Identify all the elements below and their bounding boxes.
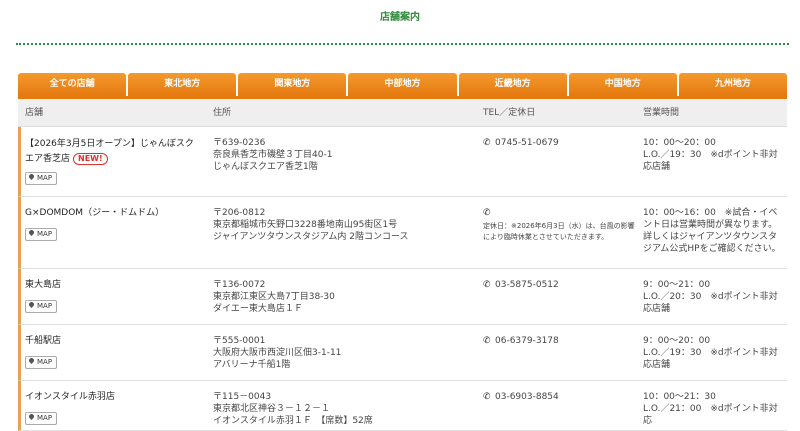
- map-pin-icon: [27, 228, 36, 237]
- last-order: L.O.／20：30 ※dポイント非対応店舗: [643, 292, 778, 314]
- header-tel: TEL／定休日: [483, 108, 536, 118]
- phone-icon: ✆: [483, 392, 491, 402]
- store-name: 千船駅店: [25, 336, 62, 346]
- address-building: じゃんぼスクエア香芝1階: [213, 162, 318, 172]
- address-line: 東京都稲城市矢野口3228番地南山95街区1号: [213, 220, 398, 230]
- phone-icon: ✆: [483, 336, 491, 346]
- address-building: アバリーナ千船1階: [213, 360, 291, 370]
- map-button[interactable]: MAP: [25, 172, 58, 185]
- store-name: G×DOMDOM（ジー・ドムドム）: [25, 208, 165, 218]
- address-line: 東京都北区神谷３－１２－１: [213, 404, 331, 414]
- tab-chubu[interactable]: 中部地方: [348, 73, 457, 96]
- map-pin-icon: [27, 300, 36, 309]
- address-line: 奈良県香芝市磯壁３丁目40-1: [213, 150, 333, 160]
- postal-code: 〒639-0236: [213, 138, 266, 148]
- table-row: G×DOMDOM（ジー・ドムドム） MAP 〒206-0812 東京都稲城市矢野…: [18, 197, 787, 269]
- map-label: MAP: [37, 414, 53, 422]
- tab-kinki[interactable]: 近畿地方: [458, 73, 567, 96]
- map-button[interactable]: MAP: [25, 356, 58, 369]
- business-hours: 10：00～20：00: [643, 138, 716, 148]
- tel-link[interactable]: 06-6379-3178: [495, 336, 559, 346]
- phone-icon: ✆: [483, 280, 491, 290]
- tel-link[interactable]: 03-6903-8854: [495, 392, 559, 402]
- store-name: 【2026年3月5日オープン】じゃんぼスクエア香芝店: [25, 139, 194, 164]
- postal-code: 〒206-0812: [213, 208, 266, 218]
- map-pin-icon: [27, 356, 36, 365]
- postal-code: 〒136-0072: [213, 280, 266, 290]
- business-hours: 9：00～20：00: [643, 336, 711, 346]
- business-hours: 9：00～21：00: [643, 280, 711, 290]
- map-button[interactable]: MAP: [25, 300, 58, 313]
- tab-kyushu[interactable]: 九州地方: [678, 73, 787, 96]
- holiday-note: 定休日：※2026年6月3日（水）は、台風の影響により臨時休業とさせていただきま…: [483, 222, 635, 241]
- address-building: イオンスタイル赤羽１Ｆ 【席数】52席: [213, 416, 373, 426]
- map-button[interactable]: MAP: [25, 228, 58, 241]
- address-line: 大阪府大阪市西淀川区佃3-1-11: [213, 348, 342, 358]
- map-label: MAP: [37, 358, 53, 366]
- store-name: 東大島店: [25, 280, 62, 290]
- last-order: L.O.／21：00 ※dポイント非対応: [643, 404, 778, 426]
- table-row: 千船駅店 MAP 〒555-0001 大阪府大阪市西淀川区佃3-1-11 アバリ…: [18, 325, 787, 381]
- address-line: 東京都江東区大島7丁目38-30: [213, 292, 335, 302]
- tab-kanto[interactable]: 関東地方: [238, 73, 347, 96]
- new-badge: NEW!: [73, 152, 108, 165]
- last-order: L.O.／19：30 ※dポイント非対応店舗: [643, 150, 778, 172]
- tel-link[interactable]: 03-5875-0512: [495, 280, 559, 290]
- map-label: MAP: [37, 230, 53, 238]
- tab-tohoku[interactable]: 東北地方: [128, 73, 237, 96]
- phone-icon: ✆: [483, 208, 491, 218]
- store-name: イオンスタイル赤羽店: [25, 392, 115, 402]
- address-building: ジャイアンツタウンスタジアム内 2階コンコース: [213, 232, 409, 242]
- header-address: 住所: [213, 108, 232, 118]
- map-button[interactable]: MAP: [25, 412, 58, 425]
- header-store: 店舗: [25, 108, 44, 118]
- map-label: MAP: [37, 302, 53, 310]
- header-hours: 営業時間: [643, 108, 680, 118]
- postal-code: 〒555-0001: [213, 336, 266, 346]
- map-label: MAP: [37, 174, 53, 182]
- postal-code: 〒115－0043: [213, 392, 272, 402]
- last-order: L.O.／19：30 ※dポイント非対応店舗: [643, 348, 778, 370]
- map-pin-icon: [27, 412, 36, 421]
- table-row: イオンスタイル赤羽店 MAP 〒115－0043 東京都北区神谷３－１２－１ イ…: [18, 381, 787, 431]
- business-hours: 10：00～16：00 ※試合・イベント日は営業時間が異なります。詳しくはジャイ…: [643, 208, 781, 254]
- map-pin-icon: [27, 172, 36, 181]
- dotted-divider: [16, 43, 789, 45]
- region-tabs: 全ての店舗 東北地方 関東地方 中部地方 近畿地方 中国地方 九州地方: [18, 73, 787, 96]
- table-row: 東大島店 MAP 〒136-0072 東京都江東区大島7丁目38-30 ダイエー…: [18, 269, 787, 325]
- tel-link[interactable]: 0745-51-0679: [495, 138, 559, 148]
- tab-chugoku[interactable]: 中国地方: [568, 73, 677, 96]
- store-table: 店舗 住所 TEL／定休日 営業時間 【2026年3月5日オープン】じゃんぼスク…: [18, 99, 787, 431]
- address-building: ダイエー東大島店１Ｆ: [213, 304, 303, 314]
- tab-all-stores[interactable]: 全ての店舗: [18, 73, 127, 96]
- page-title: 店舗案内: [380, 12, 420, 23]
- business-hours: 10：00～21：30: [643, 392, 716, 402]
- table-header: 店舗 住所 TEL／定休日 営業時間: [18, 99, 787, 127]
- phone-icon: ✆: [483, 138, 491, 148]
- table-row: 【2026年3月5日オープン】じゃんぼスクエア香芝店 NEW! MAP 〒639-…: [18, 127, 787, 197]
